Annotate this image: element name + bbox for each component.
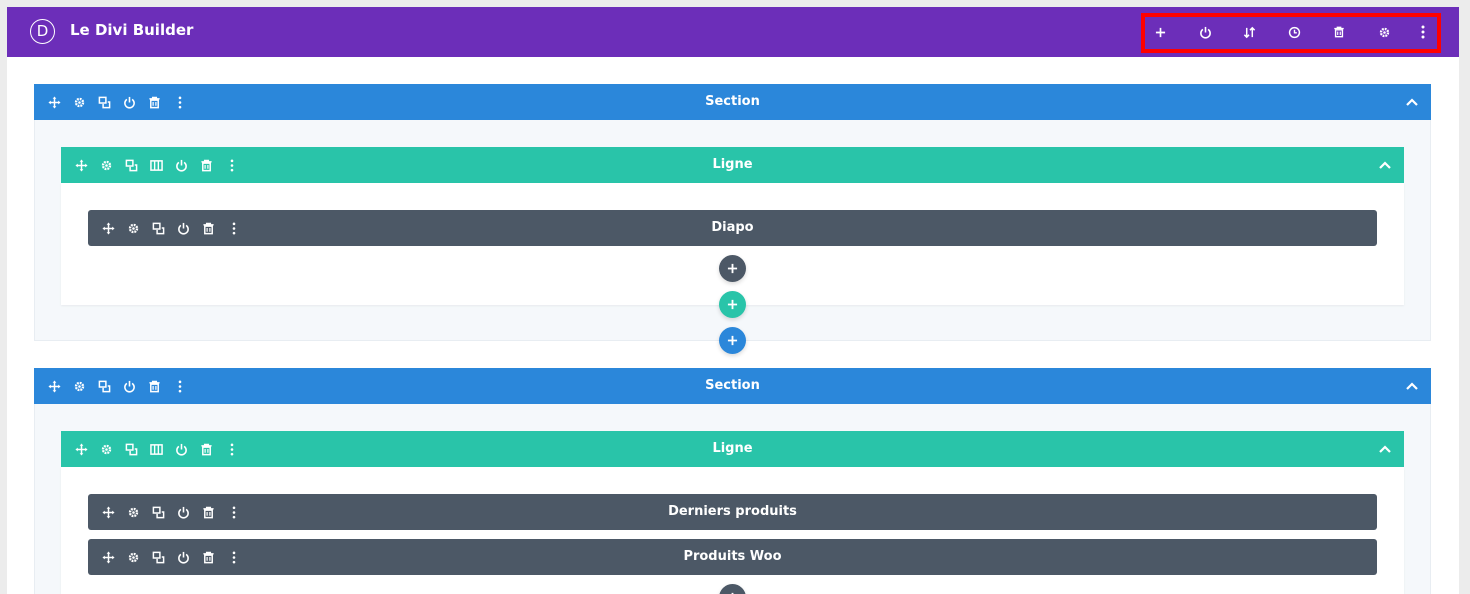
row-label: Ligne xyxy=(712,157,753,172)
module-header[interactable]: Derniers produits xyxy=(88,494,1377,530)
move-icon[interactable] xyxy=(96,210,121,246)
columns-icon[interactable] xyxy=(144,147,169,183)
power-icon[interactable] xyxy=(117,368,142,404)
divi-logo: D xyxy=(30,19,55,44)
move-icon[interactable] xyxy=(96,539,121,575)
more-icon[interactable] xyxy=(1411,20,1435,44)
chevron-up-icon[interactable] xyxy=(1378,158,1392,172)
trash-icon[interactable] xyxy=(194,147,219,183)
module-header[interactable]: Produits Woo xyxy=(88,539,1377,575)
more-icon[interactable] xyxy=(219,431,244,467)
gear-icon[interactable] xyxy=(121,494,146,530)
duplicate-icon[interactable] xyxy=(119,147,144,183)
power-icon[interactable] xyxy=(171,494,196,530)
trash-icon[interactable] xyxy=(142,84,167,120)
builder-title: Le Divi Builder xyxy=(70,21,194,39)
add-module-button[interactable] xyxy=(719,255,746,282)
add-icon[interactable] xyxy=(1148,20,1172,44)
add-section-button[interactable] xyxy=(719,327,746,354)
add-row-button[interactable] xyxy=(719,291,746,318)
trash-icon[interactable] xyxy=(196,539,221,575)
trash-icon[interactable] xyxy=(142,368,167,404)
module-toolbar xyxy=(96,210,246,246)
power-icon[interactable] xyxy=(171,210,196,246)
section-label: Section xyxy=(705,378,760,393)
gear-icon[interactable] xyxy=(94,147,119,183)
power-icon[interactable] xyxy=(117,84,142,120)
module-toolbar xyxy=(96,494,246,530)
trash-icon[interactable] xyxy=(196,210,221,246)
trash-icon[interactable] xyxy=(194,431,219,467)
duplicate-icon[interactable] xyxy=(92,368,117,404)
chevron-up-icon[interactable] xyxy=(1405,95,1419,109)
chevron-up-icon[interactable] xyxy=(1405,379,1419,393)
gear-icon[interactable] xyxy=(67,368,92,404)
history-icon[interactable] xyxy=(1282,20,1306,44)
chevron-up-icon[interactable] xyxy=(1378,442,1392,456)
row-toolbar xyxy=(69,147,244,183)
plus-icon xyxy=(727,299,738,310)
row-header[interactable]: Ligne xyxy=(61,147,1404,183)
row-toolbar xyxy=(69,431,244,467)
duplicate-icon[interactable] xyxy=(146,539,171,575)
module-toolbar xyxy=(96,539,246,575)
power-icon[interactable] xyxy=(169,431,194,467)
duplicate-icon[interactable] xyxy=(119,431,144,467)
module-label: Derniers produits xyxy=(668,504,797,519)
builder-frame: D Le Divi Builder Section Ligne Diapo Se… xyxy=(7,7,1459,594)
move-icon[interactable] xyxy=(42,84,67,120)
gear-icon[interactable] xyxy=(67,84,92,120)
gear-icon[interactable] xyxy=(121,539,146,575)
more-icon[interactable] xyxy=(221,210,246,246)
module-label: Diapo xyxy=(711,220,754,235)
section-header[interactable]: Section xyxy=(34,84,1431,120)
power-icon[interactable] xyxy=(169,147,194,183)
power-icon[interactable] xyxy=(1193,20,1217,44)
trash-icon[interactable] xyxy=(196,494,221,530)
section-label: Section xyxy=(705,94,760,109)
gear-icon[interactable] xyxy=(1372,20,1396,44)
plus-icon xyxy=(727,335,738,346)
move-icon[interactable] xyxy=(42,368,67,404)
sort-icon[interactable] xyxy=(1237,20,1261,44)
plus-icon xyxy=(727,263,738,274)
columns-icon[interactable] xyxy=(144,431,169,467)
move-icon[interactable] xyxy=(96,494,121,530)
module-label: Produits Woo xyxy=(683,549,782,564)
row-label: Ligne xyxy=(712,441,753,456)
duplicate-icon[interactable] xyxy=(92,84,117,120)
more-icon[interactable] xyxy=(221,539,246,575)
section-header[interactable]: Section xyxy=(34,368,1431,404)
gear-icon[interactable] xyxy=(94,431,119,467)
row-header[interactable]: Ligne xyxy=(61,431,1404,467)
section-toolbar xyxy=(42,84,192,120)
more-icon[interactable] xyxy=(167,84,192,120)
move-icon[interactable] xyxy=(69,431,94,467)
duplicate-icon[interactable] xyxy=(146,210,171,246)
more-icon[interactable] xyxy=(221,494,246,530)
more-icon[interactable] xyxy=(167,368,192,404)
builder-header: D Le Divi Builder xyxy=(7,7,1459,57)
more-icon[interactable] xyxy=(219,147,244,183)
trash-icon[interactable] xyxy=(1327,20,1351,44)
move-icon[interactable] xyxy=(69,147,94,183)
module-header[interactable]: Diapo xyxy=(88,210,1377,246)
section-toolbar xyxy=(42,368,192,404)
gear-icon[interactable] xyxy=(121,210,146,246)
power-icon[interactable] xyxy=(171,539,196,575)
duplicate-icon[interactable] xyxy=(146,494,171,530)
